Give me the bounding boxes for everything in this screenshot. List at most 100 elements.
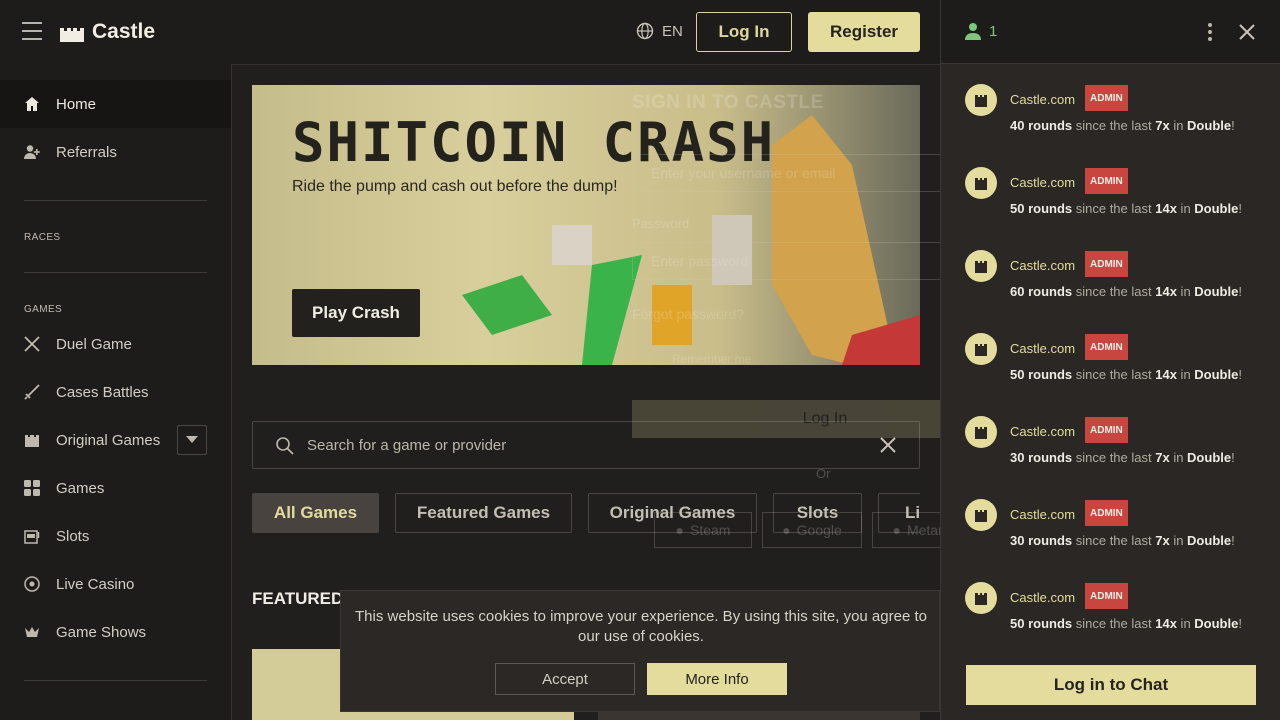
tab-original-games[interactable]: Original Games bbox=[588, 493, 757, 533]
avatar[interactable] bbox=[965, 250, 997, 282]
menu-icon[interactable] bbox=[22, 22, 42, 42]
crown-icon bbox=[24, 624, 40, 640]
sidebar-item-live-casino[interactable]: Live Casino bbox=[0, 560, 231, 608]
sidebar-item-games[interactable]: Games bbox=[0, 464, 231, 512]
search-icon bbox=[276, 437, 294, 455]
top-bar: Castle EN Log In Register bbox=[0, 0, 940, 64]
username[interactable]: Castle.com bbox=[1010, 92, 1075, 107]
play-crash-button[interactable]: Play Crash bbox=[292, 289, 420, 337]
sidebar-item-slots[interactable]: Slots bbox=[0, 512, 231, 560]
banner-subtitle: Ride the pump and cash out before the du… bbox=[292, 178, 618, 195]
admin-badge: ADMIN bbox=[1085, 417, 1128, 443]
tab-featured-games[interactable]: Featured Games bbox=[395, 493, 572, 533]
tab-slots[interactable]: Slots bbox=[773, 493, 862, 533]
castle-icon bbox=[24, 432, 40, 448]
username[interactable]: Castle.com bbox=[1010, 341, 1075, 356]
castle-icon bbox=[975, 427, 987, 439]
sidebar: Home Referrals RACES GAMES Duel Game Cas… bbox=[0, 64, 231, 720]
admin-badge: ADMIN bbox=[1085, 583, 1128, 609]
admin-badge: ADMIN bbox=[1085, 251, 1128, 277]
avatar[interactable] bbox=[965, 84, 997, 116]
castle-logo-icon bbox=[60, 28, 84, 42]
chat-message: Castle.com ADMIN 40 rounds since the las… bbox=[965, 84, 1265, 154]
chat-message: Castle.com ADMIN 30 rounds since the las… bbox=[965, 416, 1265, 486]
more-info-button[interactable]: More Info bbox=[647, 663, 787, 695]
sidebar-item-label: Home bbox=[56, 95, 97, 113]
sidebar-item-cases-battles[interactable]: Cases Battles bbox=[0, 368, 231, 416]
chat-message: Castle.com ADMIN 50 rounds since the las… bbox=[965, 167, 1265, 237]
avatar[interactable] bbox=[965, 499, 997, 531]
chevron-down-icon bbox=[186, 436, 198, 443]
language-selector[interactable]: EN bbox=[636, 22, 683, 40]
logo[interactable]: Castle bbox=[58, 18, 155, 46]
sidebar-item-label: Cases Battles bbox=[56, 383, 149, 401]
avatar[interactable] bbox=[965, 167, 997, 199]
admin-badge: ADMIN bbox=[1085, 85, 1128, 111]
register-button[interactable]: Register bbox=[808, 12, 920, 52]
message-text: 50 rounds since the last 14x in Double! bbox=[1010, 201, 1242, 216]
games-label: GAMES bbox=[24, 304, 63, 315]
sidebar-item-label: Referrals bbox=[56, 143, 117, 161]
expand-original-games-button[interactable] bbox=[177, 425, 207, 455]
sidebar-item-label: Duel Game bbox=[56, 335, 132, 353]
sidebar-item-label: Original Games bbox=[56, 431, 161, 449]
sidebar-item-referrals[interactable]: Referrals bbox=[0, 128, 231, 176]
user-icon bbox=[965, 23, 981, 40]
close-chat-icon[interactable] bbox=[1237, 22, 1257, 42]
username[interactable]: Castle.com bbox=[1010, 507, 1075, 522]
login-to-chat-button[interactable]: Log in to Chat bbox=[966, 665, 1256, 705]
castle-icon bbox=[975, 593, 987, 605]
avatar[interactable] bbox=[965, 582, 997, 614]
grid-icon bbox=[24, 480, 40, 496]
avatar[interactable] bbox=[965, 333, 997, 365]
castle-icon bbox=[975, 178, 987, 190]
admin-badge: ADMIN bbox=[1085, 500, 1128, 526]
chat-message: Castle.com ADMIN 30 rounds since the las… bbox=[965, 499, 1265, 569]
tab-all-games[interactable]: All Games bbox=[252, 493, 379, 533]
castle-icon bbox=[975, 510, 987, 522]
message-text: 30 rounds since the last 7x in Double! bbox=[1010, 450, 1235, 465]
online-count: 1 bbox=[965, 22, 997, 40]
home-icon bbox=[24, 96, 40, 112]
username[interactable]: Castle.com bbox=[1010, 424, 1075, 439]
message-text: 50 rounds since the last 14x in Double! bbox=[1010, 616, 1242, 631]
sword-icon bbox=[24, 384, 40, 400]
chat-header: 1 bbox=[941, 0, 1280, 64]
message-text: 30 rounds since the last 7x in Double! bbox=[1010, 533, 1235, 548]
game-category-tabs: All Games Featured Games Original Games … bbox=[252, 493, 920, 533]
message-text: 40 rounds since the last 7x in Double! bbox=[1010, 118, 1235, 133]
admin-badge: ADMIN bbox=[1085, 168, 1128, 194]
banner-title: SHITCOIN CRASH bbox=[292, 111, 776, 174]
sidebar-item-label: Games bbox=[56, 479, 105, 497]
message-text: 60 rounds since the last 14x in Double! bbox=[1010, 284, 1242, 299]
sidebar-item-label: Slots bbox=[56, 527, 90, 545]
sidebar-item-home[interactable]: Home bbox=[0, 80, 231, 128]
sidebar-item-game-shows[interactable]: Game Shows bbox=[0, 608, 231, 656]
online-count-value: 1 bbox=[989, 22, 998, 40]
castle-icon bbox=[975, 344, 987, 356]
username[interactable]: Castle.com bbox=[1010, 175, 1075, 190]
chip-icon bbox=[24, 576, 40, 592]
cookie-text: This website uses cookies to improve you… bbox=[355, 608, 927, 645]
sidebar-item-label: Game Shows bbox=[56, 623, 147, 641]
search-input[interactable] bbox=[307, 436, 867, 454]
admin-badge: ADMIN bbox=[1085, 334, 1128, 360]
login-button[interactable]: Log In bbox=[696, 12, 792, 52]
slot-machine-icon bbox=[24, 528, 40, 544]
avatar[interactable] bbox=[965, 416, 997, 448]
promo-banner[interactable]: SHITCOIN CRASH Ride the pump and cash ou… bbox=[252, 85, 920, 365]
chat-message: Castle.com ADMIN 50 rounds since the las… bbox=[965, 582, 1265, 652]
more-options-icon[interactable] bbox=[1207, 22, 1213, 42]
username[interactable]: Castle.com bbox=[1010, 258, 1075, 273]
chat-message: Castle.com ADMIN 50 rounds since the las… bbox=[965, 333, 1265, 403]
add-user-icon bbox=[24, 144, 40, 160]
username[interactable]: Castle.com bbox=[1010, 590, 1075, 605]
sidebar-item-duel-game[interactable]: Duel Game bbox=[0, 320, 231, 368]
accept-cookies-button[interactable]: Accept bbox=[495, 663, 635, 695]
divider bbox=[24, 200, 207, 201]
clear-search-icon[interactable] bbox=[879, 436, 897, 454]
tab-live[interactable]: Liv bbox=[878, 493, 920, 533]
chat-panel: 1 Castle.com ADMIN 40 rounds since the l… bbox=[940, 0, 1280, 720]
cookie-banner: This website uses cookies to improve you… bbox=[340, 590, 940, 712]
globe-icon bbox=[636, 22, 654, 40]
